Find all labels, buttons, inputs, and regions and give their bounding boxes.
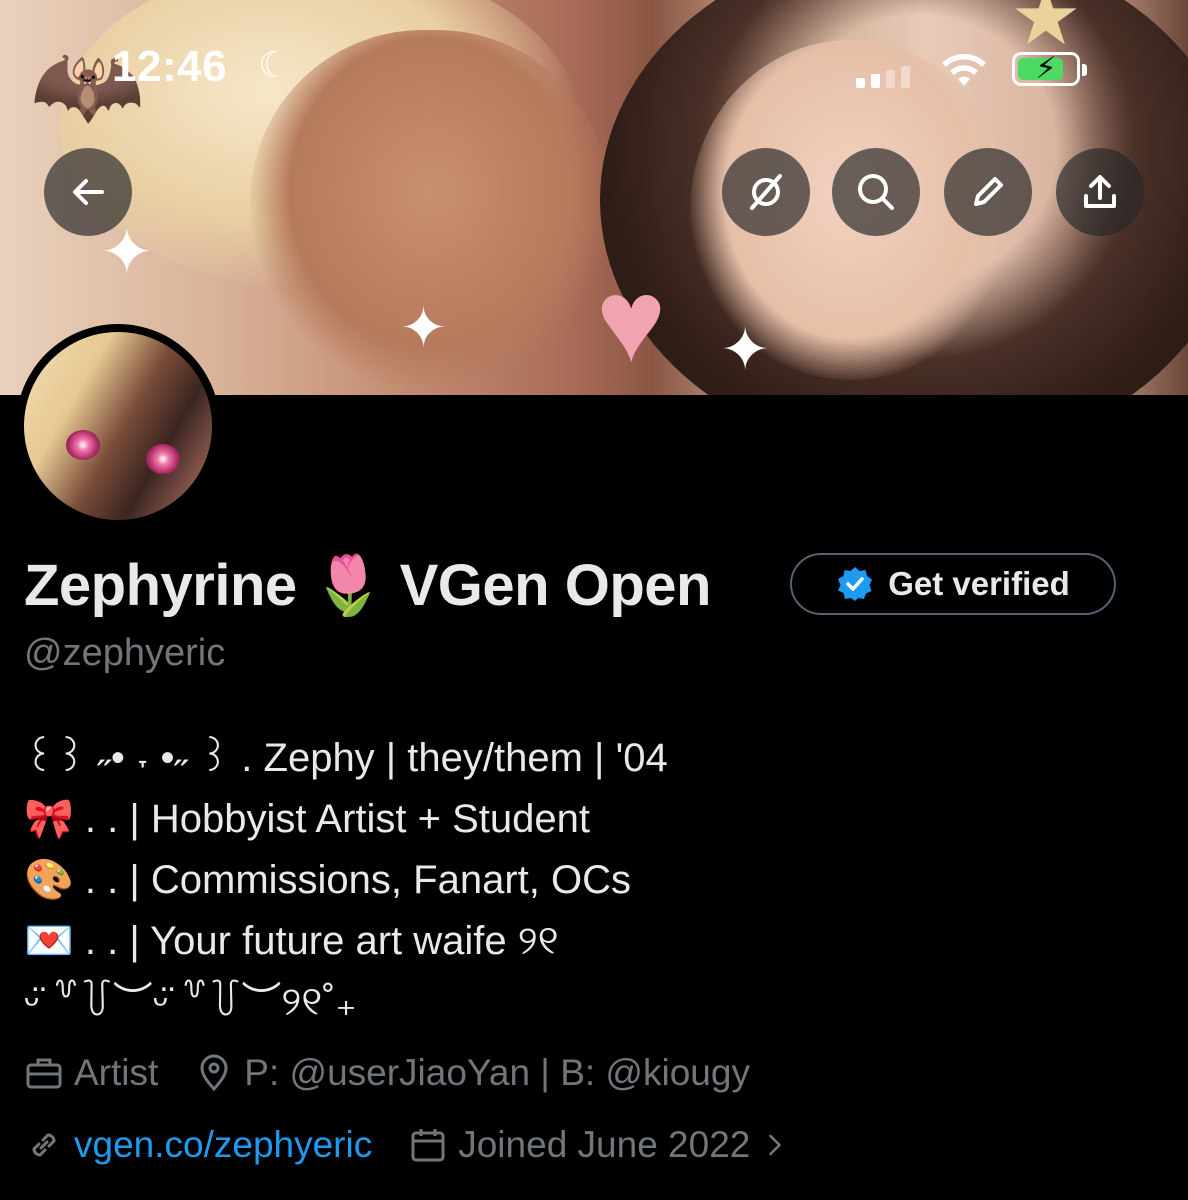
website-link[interactable]: vgen.co/zephyeric <box>74 1124 372 1166</box>
display-name-row: Zephyrine 🌷 VGen Open <box>24 548 711 624</box>
wifi-icon <box>942 53 986 86</box>
link-icon <box>32 1133 56 1157</box>
profile-website[interactable]: vgen.co/zephyeric <box>24 1124 372 1166</box>
back-button[interactable] <box>44 148 132 236</box>
profile-bio: ꒰꒱ ˶• ˕ •˶ ꒱ . Zephy | they/them | '04 🎀… <box>24 728 1164 1033</box>
battery-icon: ⚡ <box>1012 52 1087 86</box>
bio-line: 🎀 . . | Hobbyist Artist + Student <box>24 797 590 841</box>
joined-text: Joined June 2022 <box>458 1124 751 1165</box>
status-time: 12:46 <box>112 42 228 91</box>
chevron-right-icon <box>769 1134 782 1156</box>
get-verified-button[interactable]: Get verified <box>790 553 1116 615</box>
back-arrow-icon <box>73 179 104 205</box>
charging-bolt-icon: ⚡ <box>1035 52 1057 85</box>
briefcase-icon <box>26 1058 62 1089</box>
edit-button[interactable] <box>944 148 1032 236</box>
grok-icon <box>750 174 782 210</box>
display-name: Zephyrine 🌷 VGen Open <box>24 553 711 618</box>
cellular-signal-icon <box>856 66 910 88</box>
search-button[interactable] <box>832 148 920 236</box>
verified-badge-icon <box>838 567 873 601</box>
grok-button[interactable] <box>722 148 810 236</box>
get-verified-label: Get verified <box>888 565 1070 602</box>
profile-joined[interactable]: Joined June 2022 <box>408 1124 790 1166</box>
profile-meta-row: vgen.co/zephyeric Joined June 2022 <box>24 1124 826 1166</box>
profile-category: Artist <box>24 1052 158 1094</box>
sparkle-decoration: ✦ <box>720 316 771 383</box>
sparkle-decoration: ✦ <box>400 296 447 359</box>
location-pin-icon <box>200 1054 228 1092</box>
avatar[interactable] <box>16 324 220 528</box>
heart-decoration: ♥ <box>596 255 667 387</box>
search-icon <box>858 174 894 210</box>
location-text: P: @userJiaoYan | B: @kiougy <box>244 1052 750 1093</box>
share-icon <box>1084 175 1116 208</box>
bio-line: ꒰꒱ ˶• ˕ •˶ ꒱ . Zephy | they/them | '04 <box>24 736 668 780</box>
profile-meta-row: Artist P: @userJiaoYan | B: @kiougy <box>24 1052 786 1094</box>
bio-line: ᵕ̈ ꒷꒦︶ᵕ̈ ꒷꒦︶୨୧˚₊ <box>24 980 357 1024</box>
status-bar: 12:46 ☾ ⚡ <box>0 42 1188 102</box>
edit-icon <box>974 177 1003 206</box>
bio-line: 🎨 . . | Commissions, Fanart, OCs <box>24 858 631 902</box>
avatar-image <box>24 332 212 520</box>
calendar-icon <box>411 1129 445 1162</box>
profile-handle: @zephyeric <box>24 632 226 674</box>
share-button[interactable] <box>1056 148 1144 236</box>
bio-line: 💌 . . | Your future art waife ୨୧ <box>24 919 559 963</box>
category-text: Artist <box>74 1052 159 1093</box>
profile-location: P: @userJiaoYan | B: @kiougy <box>194 1052 750 1094</box>
focus-moon-icon: ☾ <box>258 44 291 85</box>
